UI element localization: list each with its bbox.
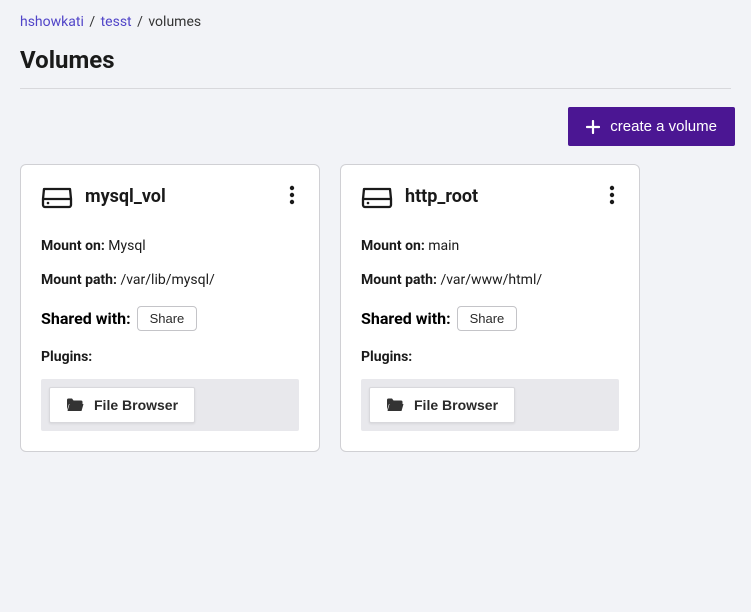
mount-on-value: main: [428, 238, 459, 254]
volume-card-header: mysql_vol: [41, 181, 299, 212]
more-vertical-icon: [289, 185, 295, 208]
mount-on-row: Mount on: Mysql: [41, 238, 299, 254]
page-title: Volumes: [0, 38, 751, 88]
mount-path-label: Mount path:: [41, 272, 117, 288]
breadcrumb-current: volumes: [148, 14, 201, 30]
plugins-section: Plugins: File Browser: [41, 349, 299, 431]
volume-card: mysql_vol Mount on: Mysql Mount path: /v…: [20, 164, 320, 452]
mount-on-label: Mount on:: [41, 238, 105, 254]
volume-card: http_root Mount on: main Mount path: /va…: [340, 164, 640, 452]
volume-card-header: http_root: [361, 181, 619, 212]
create-volume-button[interactable]: create a volume: [568, 107, 735, 146]
plugins-bar: File Browser: [361, 379, 619, 431]
plugins-label: Plugins:: [361, 349, 619, 365]
volume-title-group: http_root: [361, 185, 478, 209]
file-browser-button[interactable]: File Browser: [369, 387, 515, 423]
file-browser-label: File Browser: [94, 397, 178, 413]
breadcrumb-link-project[interactable]: tesst: [101, 14, 132, 30]
plugins-label: Plugins:: [41, 349, 299, 365]
folder-open-icon: [66, 398, 84, 412]
action-bar: create a volume: [0, 89, 751, 164]
shared-with-row: Shared with: Share: [41, 306, 299, 331]
shared-with-label: Shared with:: [361, 309, 451, 328]
folder-open-icon: [386, 398, 404, 412]
breadcrumb-separator: /: [137, 14, 146, 30]
hard-drive-icon: [361, 185, 393, 209]
mount-on-row: Mount on: main: [361, 238, 619, 254]
create-volume-label: create a volume: [610, 118, 717, 135]
more-vertical-icon: [609, 185, 615, 208]
breadcrumb: hshowkati / tesst / volumes: [0, 0, 751, 38]
breadcrumb-separator: /: [89, 14, 98, 30]
hard-drive-icon: [41, 185, 73, 209]
volume-name: mysql_vol: [85, 186, 166, 207]
mount-path-value: /var/www/html/: [440, 272, 542, 288]
more-options-button[interactable]: [605, 181, 619, 212]
mount-path-value: /var/lib/mysql/: [120, 272, 214, 288]
mount-path-row: Mount path: /var/www/html/: [361, 272, 619, 288]
volumes-list: mysql_vol Mount on: Mysql Mount path: /v…: [0, 164, 751, 452]
shared-with-row: Shared with: Share: [361, 306, 619, 331]
shared-with-label: Shared with:: [41, 309, 131, 328]
file-browser-button[interactable]: File Browser: [49, 387, 195, 423]
plugins-bar: File Browser: [41, 379, 299, 431]
mount-on-value: Mysql: [108, 238, 145, 254]
mount-on-label: Mount on:: [361, 238, 425, 254]
volume-name: http_root: [405, 186, 478, 207]
plugins-section: Plugins: File Browser: [361, 349, 619, 431]
mount-path-row: Mount path: /var/lib/mysql/: [41, 272, 299, 288]
mount-path-label: Mount path:: [361, 272, 437, 288]
breadcrumb-link-org[interactable]: hshowkati: [20, 14, 84, 30]
share-button[interactable]: Share: [137, 306, 198, 331]
share-button[interactable]: Share: [457, 306, 518, 331]
file-browser-label: File Browser: [414, 397, 498, 413]
more-options-button[interactable]: [285, 181, 299, 212]
volume-title-group: mysql_vol: [41, 185, 166, 209]
plus-icon: [586, 120, 600, 134]
